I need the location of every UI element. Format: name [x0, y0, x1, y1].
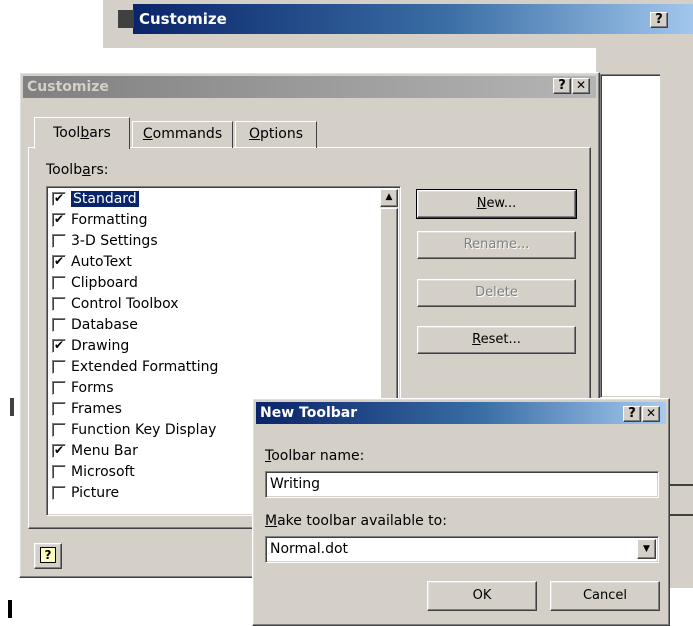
toolbar-list-item-label: Clipboard: [71, 275, 138, 291]
toolbar-list-item-label: Standard: [71, 191, 139, 207]
tab-options[interactable]: Options: [235, 121, 317, 148]
toolbar-list-item-label: AutoText: [71, 254, 132, 270]
toolbar-list-item-label: Forms: [71, 380, 114, 396]
checkbox-checked[interactable]: ✔: [52, 192, 66, 206]
toolbar-list-item-label: Menu Bar: [71, 443, 138, 459]
toolbars-scroll-thumb[interactable]: [380, 208, 398, 408]
tab-toolbars[interactable]: Toolbars: [34, 117, 130, 149]
toolbar-list-item[interactable]: ✔ AutoText: [49, 252, 380, 273]
new-toolbar-titlebar: New Toolbar: [256, 402, 666, 424]
tab-commands[interactable]: Commands: [132, 121, 233, 148]
background-doc-mark-2: [8, 600, 12, 618]
cancel-button[interactable]: Cancel: [550, 581, 660, 611]
checkbox-unchecked[interactable]: [52, 297, 66, 311]
reset-button[interactable]: Reset...: [417, 326, 576, 354]
checkbox-unchecked[interactable]: [52, 234, 66, 248]
new-toolbar-dialog: New Toolbar ? ✕ Toolbar name: Writing Ma…: [252, 398, 670, 626]
checkbox-checked[interactable]: ✔: [52, 213, 66, 227]
checkbox-unchecked[interactable]: [52, 381, 66, 395]
toolbar-list-item-label: Formatting: [71, 212, 148, 228]
new-toolbar-title: New Toolbar: [260, 405, 358, 421]
new-toolbar-button[interactable]: New...: [416, 189, 577, 219]
delete-button[interactable]: Delete: [417, 279, 576, 307]
help-icon-button[interactable]: ?: [34, 543, 62, 569]
toolbar-list-item-label: Picture: [71, 485, 120, 501]
customize-help-button[interactable]: ?: [553, 78, 571, 94]
toolbar-list-item-label: Database: [71, 317, 138, 333]
customize-titlebar: Customize: [23, 76, 596, 98]
checkbox-unchecked[interactable]: [52, 486, 66, 500]
back-window-help-button[interactable]: ?: [650, 12, 668, 28]
toolbar-name-input[interactable]: Writing: [265, 471, 659, 498]
toolbar-list-item[interactable]: ✔ Formatting: [49, 210, 380, 231]
toolbar-list-item-label: Extended Formatting: [71, 359, 219, 375]
rename-button[interactable]: Rename...: [417, 231, 576, 259]
toolbar-list-item[interactable]: Database: [49, 315, 380, 336]
toolbar-list-item[interactable]: Forms: [49, 378, 380, 399]
toolbar-list-item-label: 3-D Settings: [71, 233, 158, 249]
ok-button[interactable]: OK: [427, 581, 537, 611]
checkbox-checked[interactable]: ✔: [52, 444, 66, 458]
checkbox-unchecked[interactable]: [52, 318, 66, 332]
checkbox-unchecked[interactable]: [52, 360, 66, 374]
toolbar-list-item[interactable]: 3-D Settings: [49, 231, 380, 252]
checkbox-unchecked[interactable]: [52, 276, 66, 290]
checkbox-checked[interactable]: ✔: [52, 339, 66, 353]
toolbar-list-item[interactable]: ✔ Standard: [49, 189, 380, 210]
checkbox-unchecked[interactable]: [52, 423, 66, 437]
checkbox-checked[interactable]: ✔: [52, 255, 66, 269]
make-available-select[interactable]: Normal.dot ▼: [265, 536, 659, 563]
chevron-down-icon[interactable]: ▼: [637, 539, 656, 559]
toolbar-list-item[interactable]: ✔ Drawing: [49, 336, 380, 357]
customize-close-button[interactable]: ✕: [572, 78, 590, 94]
new-toolbar-close-button[interactable]: ✕: [642, 406, 660, 422]
new-toolbar-help-button[interactable]: ?: [623, 406, 641, 422]
back-window-preview-box: [600, 74, 668, 398]
back-customize-window: Customize ?: [103, 0, 693, 48]
toolbars-list-label: Toolbars:: [46, 162, 109, 178]
help-icon: ?: [40, 547, 56, 563]
back-window-left-strip: [118, 10, 134, 28]
toolbar-list-item[interactable]: Extended Formatting: [49, 357, 380, 378]
toolbar-list-item-label: Function Key Display: [71, 422, 217, 438]
back-window-title: Customize: [139, 10, 227, 28]
checkbox-unchecked[interactable]: [52, 402, 66, 416]
toolbar-list-item[interactable]: Control Toolbox: [49, 294, 380, 315]
toolbar-list-item-label: Frames: [71, 401, 122, 417]
toolbar-list-item-label: Microsoft: [71, 464, 135, 480]
toolbars-scroll-up-button[interactable]: ▲: [380, 189, 398, 207]
toolbar-list-item[interactable]: Clipboard: [49, 273, 380, 294]
toolbar-list-item-label: Drawing: [71, 338, 130, 354]
toolbar-list-item-label: Control Toolbox: [71, 296, 179, 312]
toolbar-name-label: Toolbar name:: [265, 448, 365, 464]
back-window-titlebar: Customize: [133, 4, 693, 34]
customize-title: Customize: [27, 79, 109, 95]
make-available-label: Make toolbar available to:: [265, 513, 447, 529]
background-doc-mark: [10, 398, 14, 416]
checkbox-unchecked[interactable]: [52, 465, 66, 479]
